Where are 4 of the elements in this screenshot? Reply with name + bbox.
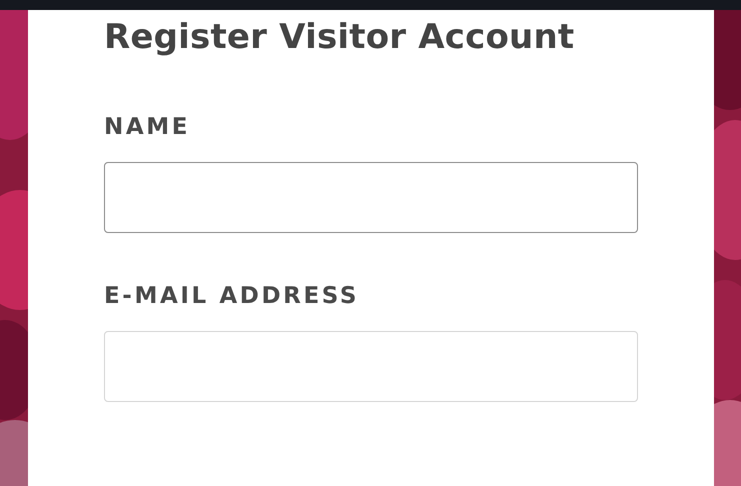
field-label: E-MAIL ADDRESS <box>104 282 360 311</box>
form-title: Register Visitor Account <box>104 16 574 59</box>
input-field[interactable] <box>104 162 638 233</box>
field-label: NAME <box>104 113 190 142</box>
